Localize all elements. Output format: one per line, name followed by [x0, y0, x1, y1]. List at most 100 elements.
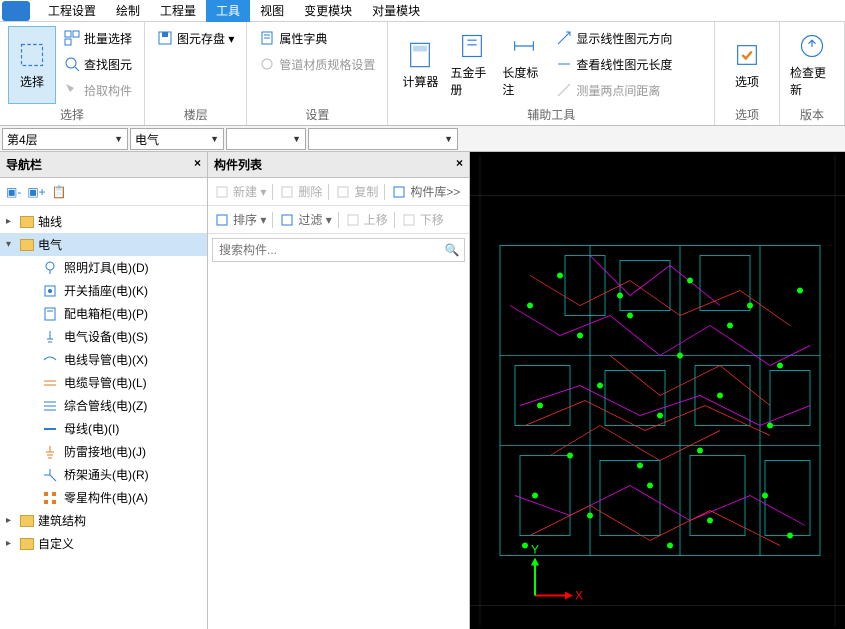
tree-node-自定义[interactable]: ▸自定义	[0, 532, 207, 555]
tool-构件库>>[interactable]: 构件库>>	[391, 183, 460, 200]
chevron-down-icon: ▼	[210, 134, 219, 144]
tree-child-电气设备(电)(S)[interactable]: 电气设备(电)(S)	[0, 325, 207, 348]
tree-child-配电箱柜(电)(P)[interactable]: 配电箱柜(电)(P)	[0, 302, 207, 325]
nav-tools: ▣- ▣+ 📋	[0, 178, 207, 206]
find-element-button[interactable]: 查找图元	[60, 52, 136, 76]
pick-component-button: 拾取构件	[60, 78, 136, 102]
tool-icon	[335, 184, 351, 200]
sub1-combo[interactable]: ▼	[226, 128, 306, 150]
tree-child-桥架通头(电)(R)[interactable]: 桥架通头(电)(R)	[0, 463, 207, 486]
menu-绘制[interactable]: 绘制	[106, 0, 150, 22]
tree-node-轴线[interactable]: ▸轴线	[0, 210, 207, 233]
device-icon	[42, 329, 58, 345]
length-dim-button[interactable]: 长度标注	[500, 26, 548, 104]
close-icon[interactable]: ×	[194, 156, 201, 173]
comp-toolbar-2: 排序 ▾ 过滤 ▾ 上移下移	[208, 206, 469, 234]
tree-child-照明灯具(电)(D)[interactable]: 照明灯具(电)(D)	[0, 256, 207, 279]
menu-视图[interactable]: 视图	[250, 0, 294, 22]
ribbon: 选择 批量选择 查找图元 拾取构件 选择 图元存盘 ▾ 楼层 属性字典 管道材质…	[0, 22, 845, 126]
options-button[interactable]: 选项	[723, 26, 771, 104]
ribbon-group-setting: 属性字典 管道材质规格设置 设置	[247, 22, 388, 125]
tool-icon	[391, 184, 407, 200]
tool-排序 ▾[interactable]: 排序 ▾	[214, 211, 266, 228]
ribbon-group-floor: 图元存盘 ▾ 楼层	[145, 22, 247, 125]
measure-distance-button: 测量两点间距离	[552, 78, 676, 102]
filter-bar: 第4层▼ 电气▼ ▼ ▼	[0, 126, 845, 152]
expand-icon[interactable]: ▸	[6, 216, 16, 227]
expand-icon[interactable]: ▸	[6, 515, 16, 526]
element-save-button[interactable]: 图元存盘 ▾	[153, 26, 238, 50]
multi-icon	[42, 398, 58, 414]
ribbon-group-version: 检查更新 版本	[780, 22, 845, 125]
ribbon-group-select: 选择 批量选择 查找图元 拾取构件 选择	[0, 22, 145, 125]
tool-icon	[345, 212, 361, 228]
menu-工程量[interactable]: 工程量	[150, 0, 206, 22]
view-length-button[interactable]: 查看线性图元长度	[552, 52, 676, 76]
box-icon	[42, 306, 58, 322]
sub2-combo[interactable]: ▼	[308, 128, 458, 150]
component-panel: 构件列表× 新建 ▾删除复制构件库>> 排序 ▾过滤 ▾上移下移 🔍	[208, 152, 470, 629]
bus-icon	[42, 421, 58, 437]
tree-child-母线(电)(I)[interactable]: 母线(电)(I)	[0, 417, 207, 440]
hardware-manual-button[interactable]: 五金手册	[448, 26, 496, 104]
tree-node-建筑结构[interactable]: ▸建筑结构	[0, 509, 207, 532]
ribbon-label: 选择	[8, 104, 136, 123]
search-input[interactable]	[213, 239, 440, 261]
refresh-icon[interactable]: 📋	[52, 185, 67, 199]
collapse-icon[interactable]: ▣-	[6, 185, 21, 199]
tool-删除: 删除	[279, 183, 322, 200]
floor-combo[interactable]: 第4层▼	[2, 128, 128, 150]
menu-工具[interactable]: 工具	[206, 0, 250, 22]
tree-node-电气[interactable]: ▾电气	[0, 233, 207, 256]
folder-icon	[20, 515, 34, 527]
menu-变更模块[interactable]: 变更模块	[294, 0, 362, 22]
tool-上移: 上移	[345, 211, 388, 228]
tree-child-开关插座(电)(K)[interactable]: 开关插座(电)(K)	[0, 279, 207, 302]
main: 导航栏× ▣- ▣+ 📋 ▸轴线▾电气照明灯具(电)(D)开关插座(电)(K)配…	[0, 152, 845, 629]
collapse-icon[interactable]: ▾	[6, 239, 16, 250]
misc-icon	[42, 490, 58, 506]
select-button[interactable]: 选择	[8, 26, 56, 104]
tree-child-防雷接地(电)(J)[interactable]: 防雷接地(电)(J)	[0, 440, 207, 463]
ground-icon	[42, 444, 58, 460]
check-update-button[interactable]: 检查更新	[788, 26, 836, 104]
tree-child-综合管线(电)(Z)[interactable]: 综合管线(电)(Z)	[0, 394, 207, 417]
tool-下移: 下移	[401, 211, 444, 228]
menu-工程设置[interactable]: 工程设置	[38, 0, 106, 22]
folder-icon	[20, 538, 34, 550]
nav-title-bar: 导航栏×	[0, 152, 207, 178]
comp-title-bar: 构件列表×	[208, 152, 469, 178]
ribbon-group-options: 选项 选项	[715, 22, 780, 125]
tool-过滤 ▾[interactable]: 过滤 ▾	[279, 211, 331, 228]
chevron-down-icon: ▼	[114, 134, 123, 144]
app-icon	[2, 1, 30, 21]
tree-child-零星构件(电)(A)[interactable]: 零星构件(电)(A)	[0, 486, 207, 509]
expand-icon[interactable]: ▸	[6, 538, 16, 549]
tree-child-电线导管(电)(X)[interactable]: 电线导管(电)(X)	[0, 348, 207, 371]
search-icon[interactable]: 🔍	[440, 239, 464, 261]
tool-icon	[279, 212, 295, 228]
switch-icon	[42, 283, 58, 299]
svg-text:X: X	[575, 589, 583, 603]
batch-select-button[interactable]: 批量选择	[60, 26, 136, 50]
show-direction-button[interactable]: 显示线性图元方向	[552, 26, 676, 50]
bulb-icon	[42, 260, 58, 276]
tree-child-电缆导管(电)(L)[interactable]: 电缆导管(电)(L)	[0, 371, 207, 394]
tool-icon	[279, 184, 295, 200]
category-combo[interactable]: 电气▼	[130, 128, 224, 150]
joint-icon	[42, 467, 58, 483]
calculator-button[interactable]: 计算器	[396, 26, 444, 104]
menubar: 工程设置绘制工程量工具视图变更模块对量模块	[0, 0, 845, 22]
attr-dict-button[interactable]: 属性字典	[255, 26, 379, 50]
expand-icon[interactable]: ▣+	[27, 185, 45, 199]
nav-tree: ▸轴线▾电气照明灯具(电)(D)开关插座(电)(K)配电箱柜(电)(P)电气设备…	[0, 206, 207, 629]
ribbon-group-aux: 计算器 五金手册 长度标注 显示线性图元方向 查看线性图元长度 测量两点间距离 …	[388, 22, 715, 125]
drawing-canvas[interactable]: X Y	[470, 152, 845, 629]
menu-对量模块[interactable]: 对量模块	[362, 0, 430, 22]
close-icon[interactable]: ×	[456, 156, 463, 173]
chevron-down-icon: ▼	[444, 134, 453, 144]
tool-icon	[214, 184, 230, 200]
pipe-material-button: 管道材质规格设置	[255, 52, 379, 76]
search-box: 🔍	[212, 238, 465, 262]
tool-icon	[401, 212, 417, 228]
